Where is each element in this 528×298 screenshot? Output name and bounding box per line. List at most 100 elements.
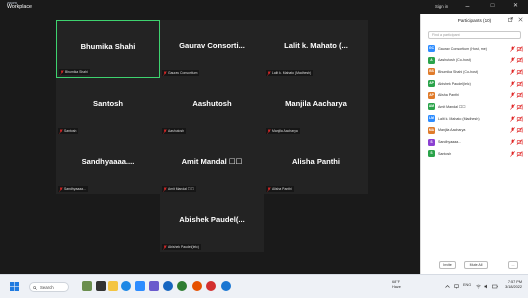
tile-label: Aashutosh	[162, 128, 187, 134]
participant-row[interactable]: GC Gaurav Consortium (Host, me)	[421, 43, 528, 55]
app-icon-blue[interactable]	[163, 281, 173, 291]
video-off-icon	[516, 104, 523, 110]
clock[interactable]: 7:57 PM 3/18/2022	[505, 280, 522, 290]
taskbar-search-box[interactable]: Search	[29, 282, 69, 292]
minimize-button[interactable]: –	[462, 2, 473, 11]
chrome-icon[interactable]	[177, 281, 187, 291]
participant-name: Sandhyaaaa....	[81, 157, 135, 166]
participant-status-icons	[510, 45, 523, 52]
participant-row[interactable]: AM Amit Mandal ☐☐	[421, 101, 528, 113]
more-button[interactable]: ...	[508, 261, 518, 269]
avatar: LM	[428, 115, 435, 123]
invite-button[interactable]: Invite	[439, 261, 456, 269]
participant-row-name: Lalit k. Mahato (Madhesh)	[438, 116, 480, 121]
close-icon[interactable]	[518, 17, 523, 22]
participant-status-icons	[510, 57, 523, 64]
participant-name: Aashutosh	[192, 99, 232, 108]
mic-off-icon	[163, 70, 167, 76]
teams-icon[interactable]	[149, 281, 159, 291]
language-indicator[interactable]: ENG	[463, 283, 471, 287]
video-tile[interactable]: Santosh Santosh	[56, 78, 160, 136]
windows-start-icon[interactable]	[10, 282, 19, 291]
participant-status-icons	[510, 104, 523, 110]
app-icon-blue-2[interactable]	[221, 281, 231, 291]
mic-off-icon	[163, 244, 167, 250]
video-off-icon	[516, 45, 523, 52]
weather-tray[interactable]: 68°F Haze	[392, 280, 401, 290]
opera-icon[interactable]	[206, 281, 216, 291]
maximize-button[interactable]: □	[487, 2, 498, 11]
chevron-up-icon[interactable]	[445, 284, 450, 289]
video-tile[interactable]: Gaurav Consorti... Gaurav Consortium	[160, 20, 264, 78]
mic-off-icon	[510, 92, 516, 99]
video-tile[interactable]: Bhumika Shahi Bhumika Shahi	[56, 20, 160, 78]
participant-row[interactable]: AP Abishek Paudel(lelc)	[421, 78, 528, 90]
tile-label-text: Sandhyaaaa...	[64, 187, 86, 191]
search-icon	[33, 285, 37, 290]
participant-row[interactable]: AP Alisha Panthi	[421, 90, 528, 102]
mic-off-icon	[510, 115, 516, 122]
edge-browser-icon[interactable]	[121, 281, 131, 291]
video-off-icon	[516, 139, 523, 145]
tile-label: Alisha Panthi	[266, 186, 294, 192]
popout-icon[interactable]	[508, 17, 513, 22]
participant-search-input[interactable]: Find a participant	[428, 31, 521, 39]
avatar: AM	[428, 103, 435, 111]
mic-off-icon	[59, 186, 63, 192]
participant-row[interactable]: S Sandhyaaaa...	[421, 137, 528, 149]
battery-icon[interactable]	[492, 284, 498, 289]
firefox-icon[interactable]	[192, 281, 202, 291]
tile-label-text: Manjila Aacharya	[272, 129, 298, 133]
participant-status-icons	[510, 80, 523, 87]
participant-name: Abishek Paudel(...	[179, 215, 245, 224]
video-tile[interactable]: Manjila Aacharya Manjila Aacharya	[264, 78, 368, 136]
video-tile[interactable]: Amit Mandal ☐☐ Amit Mandal ☐☐	[160, 136, 264, 194]
participant-row-name: Manjila Aacharya	[438, 128, 466, 133]
video-gallery: Bhumika Shahi Bhumika Shahi Gaurav Conso…	[0, 14, 420, 274]
mute-all-button[interactable]: Mute All	[464, 261, 488, 269]
video-tile[interactable]: Lalit k. Mahato (... Lalit k. Mahato (Ma…	[264, 20, 368, 78]
participant-status-icons	[510, 150, 523, 157]
sign-in-link[interactable]: Sign in	[435, 4, 448, 9]
wifi-icon[interactable]	[476, 284, 481, 289]
participant-row-name: Santosh	[438, 151, 452, 156]
participant-row[interactable]: MA Manjila Aacharya	[421, 125, 528, 137]
close-window-button[interactable]: ✕	[510, 2, 521, 11]
zoom-app-icon[interactable]	[135, 281, 145, 291]
tile-label-text: Aashutosh	[168, 129, 185, 133]
panel-footer: Invite Mute All ...	[421, 261, 528, 271]
tile-label-text: Alisha Panthi	[272, 187, 292, 191]
mic-off-icon	[163, 128, 167, 134]
participant-row-name: Amit Mandal ☐☐	[438, 104, 466, 109]
volume-icon[interactable]	[484, 284, 489, 289]
participant-name: Alisha Panthi	[291, 157, 341, 166]
participant-row[interactable]: S Santosh	[421, 148, 528, 160]
avatar: S	[428, 150, 435, 158]
video-off-icon	[516, 92, 523, 99]
participant-name: Lalit k. Mahato (...	[284, 41, 348, 50]
taskbar-search-label: Search	[40, 285, 54, 290]
file-explorer-icon[interactable]	[108, 281, 118, 291]
avatar: S	[428, 138, 435, 146]
participant-name: Bhumika Shahi	[80, 42, 136, 51]
avatar: BS	[428, 68, 435, 76]
video-tile[interactable]: Aashutosh Aashutosh	[160, 78, 264, 136]
participant-row[interactable]: BS Bhumika Shahi (Co-host)	[421, 66, 528, 78]
video-tile[interactable]: Abishek Paudel(... Abishek Paudel(lelc)	[160, 194, 264, 252]
mic-off-icon	[267, 70, 271, 76]
participant-row[interactable]: A Aashutosh (Co-host)	[421, 55, 528, 67]
video-off-icon	[516, 57, 523, 64]
task-view-icon[interactable]	[96, 281, 106, 291]
weather-widget-icon[interactable]	[82, 281, 92, 291]
video-tile[interactable]: Alisha Panthi Alisha Panthi	[264, 136, 368, 194]
mic-off-icon	[510, 139, 516, 145]
tile-label: Manjila Aacharya	[266, 128, 300, 134]
participant-row-name: Bhumika Shahi (Co-host)	[438, 69, 479, 74]
video-tile[interactable]: Sandhyaaaa.... Sandhyaaaa...	[56, 136, 160, 194]
mic-off-icon	[510, 104, 516, 110]
network-icon[interactable]	[454, 284, 459, 289]
participant-status-icons	[510, 139, 523, 145]
tile-label-text: Gaurav Consortium	[168, 71, 198, 75]
tile-label: Gaurav Consortium	[162, 70, 200, 76]
participant-row[interactable]: LM Lalit k. Mahato (Madhesh)	[421, 113, 528, 125]
